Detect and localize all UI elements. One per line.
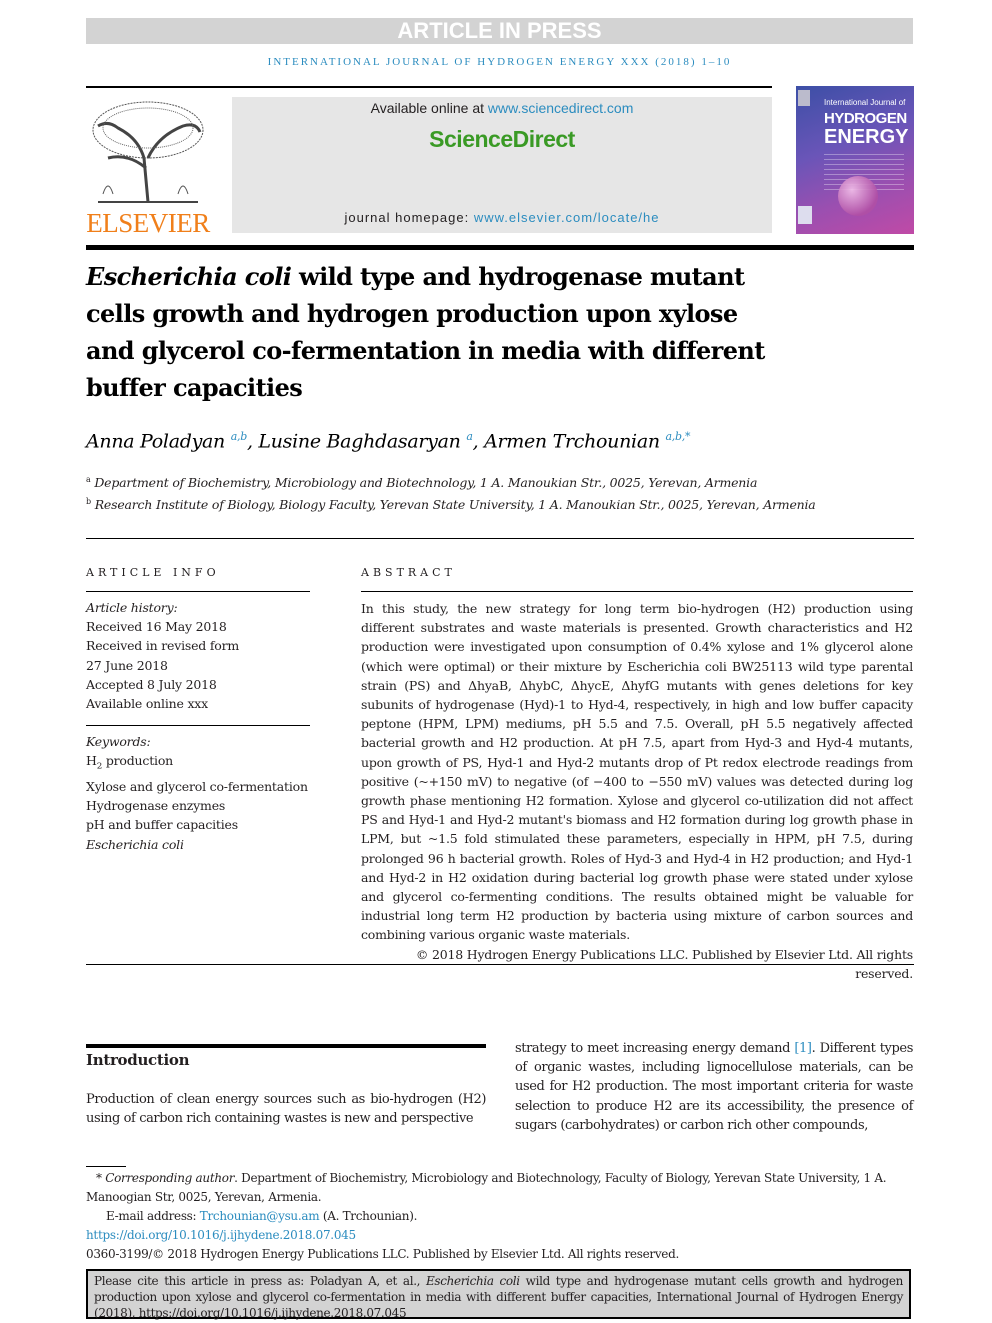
available-online-label: Available online at — [370, 100, 488, 116]
affiliation-text: Research Institute of Biology, Biology F… — [94, 497, 816, 513]
history-item: Accepted 8 July 2018 — [86, 676, 217, 692]
hydrogen-society-logo-icon — [798, 206, 812, 224]
journal-cover-image: International Journal of HYDROGEN ENERGY — [796, 86, 914, 234]
citation-box: Please cite this article in press as: Po… — [86, 1269, 911, 1320]
citation-prefix: Please cite this article in press as: Po… — [94, 1274, 427, 1288]
journal-homepage-link[interactable]: www.elsevier.com/locate/he — [474, 210, 660, 225]
affiliation-item: b Research Institute of Biology, Biology… — [86, 492, 826, 514]
keywords-label: Keywords: — [86, 734, 151, 749]
history-item: Received in revised form — [86, 638, 240, 654]
cover-title-line2: ENERGY — [824, 126, 909, 148]
introduction-heading: Introduction — [86, 1051, 190, 1069]
journal-running-head: INTERNATIONAL JOURNAL OF HYDROGEN ENERGY… — [267, 56, 732, 68]
affiliation-mark: b — [86, 497, 91, 507]
author-name[interactable]: Lusine Baghdasaryan — [258, 430, 460, 452]
keyword-item: Hydrogenase enzymes — [86, 798, 226, 814]
footnote-rule — [86, 1166, 126, 1167]
introduction-left-column: Production of clean energy sources such … — [86, 1092, 486, 1127]
citation-species: Escherichia coli — [426, 1274, 520, 1288]
email-suffix: (A. Trchounian). — [319, 1209, 418, 1223]
elsevier-tree-logo-icon — [88, 98, 206, 206]
journal-homepage-line: journal homepage: www.elsevier.com/locat… — [232, 210, 772, 225]
author-list: Anna Poladyan a,b, Lusine Baghdasaryan a… — [86, 430, 691, 453]
available-online-line: Available online at www.sciencedirect.co… — [232, 100, 772, 116]
article-history-label: Article history: — [86, 600, 178, 615]
affiliation-item: a Department of Biochemistry, Microbiolo… — [86, 470, 826, 492]
footnotes: * Corresponding author. Department of Bi… — [86, 1169, 914, 1264]
history-item: Available online xxx — [86, 696, 208, 712]
article-info-heading: ARTICLE INFO — [86, 566, 220, 579]
email-link[interactable]: Trchounian@ysu.am — [200, 1209, 320, 1223]
abstract-heading: ABSTRACT — [361, 566, 456, 579]
section-divider — [86, 538, 914, 539]
elsevier-small-logo-icon — [798, 90, 810, 106]
author-affiliation-mark[interactable]: a,b,* — [666, 430, 691, 443]
article-in-press-banner: ARTICLE IN PRESS — [86, 18, 913, 44]
article-info-rule — [86, 591, 310, 592]
author-affiliation-mark[interactable]: a — [466, 430, 473, 443]
keyword-item: Escherichia coli — [86, 836, 184, 852]
cover-subtitle: International Journal of — [824, 98, 906, 107]
email-line: E-mail address: Trchounian@ysu.am (A. Tr… — [86, 1207, 914, 1226]
keywords: Keywords: H2 production Xylose and glyce… — [86, 732, 336, 854]
history-item: Received 16 May 2018 — [86, 619, 227, 635]
header-rule — [86, 86, 772, 88]
body-text: strategy to meet increasing energy deman… — [515, 1041, 795, 1056]
affiliations: a Department of Biochemistry, Microbiolo… — [86, 470, 826, 514]
corresponding-author-note: * Corresponding author. Department of Bi… — [86, 1171, 887, 1204]
author-affiliation-mark[interactable]: a,b — [231, 430, 248, 443]
introduction-right-column: strategy to meet increasing energy deman… — [515, 1039, 913, 1135]
sciencedirect-link[interactable]: www.sciencedirect.com — [488, 100, 634, 116]
cover-title-line1: HYDROGEN — [824, 110, 907, 127]
introduction-rule — [86, 1044, 486, 1048]
issn-line: 0360-3199/© 2018 Hydrogen Energy Publica… — [86, 1247, 679, 1261]
affiliation-mark: a — [86, 475, 91, 484]
article-title: Escherichia coli wild type and hydrogena… — [86, 258, 786, 406]
abstract-text: In this study, the new strategy for long… — [361, 601, 913, 943]
keywords-rule — [86, 725, 310, 726]
keyword-item: Xylose and glycerol co-fermentation — [86, 778, 308, 794]
keyword-item: H2 production — [86, 753, 174, 772]
sciencedirect-logo: ScienceDirect — [429, 126, 575, 152]
author-name[interactable]: Armen Trchounian — [484, 430, 660, 452]
journal-homepage-label: journal homepage: — [344, 210, 474, 225]
reference-link[interactable]: [1] — [794, 1041, 812, 1056]
doi-link[interactable]: https://doi.org/10.1016/j.ijhydene.2018.… — [86, 1228, 356, 1242]
author-name[interactable]: Anna Poladyan — [86, 430, 225, 452]
keyword-item: pH and buffer capacities — [86, 817, 238, 833]
email-label: E-mail address: — [106, 1209, 200, 1223]
cover-orb-graphic — [838, 176, 878, 216]
corresponding-label: Corresponding author — [105, 1171, 235, 1185]
article-history: Article history: Received 16 May 2018 Re… — [86, 598, 336, 713]
affiliation-text: Department of Biochemistry, Microbiology… — [94, 475, 758, 491]
elsevier-wordmark: ELSEVIER — [86, 208, 210, 238]
history-item: 27 June 2018 — [86, 657, 168, 673]
abstract-rule — [361, 591, 913, 592]
title-rule — [86, 245, 914, 250]
abstract-end-rule — [86, 964, 914, 965]
abstract-body: In this study, the new strategy for long… — [361, 599, 913, 983]
title-species: Escherichia coli — [86, 262, 292, 291]
